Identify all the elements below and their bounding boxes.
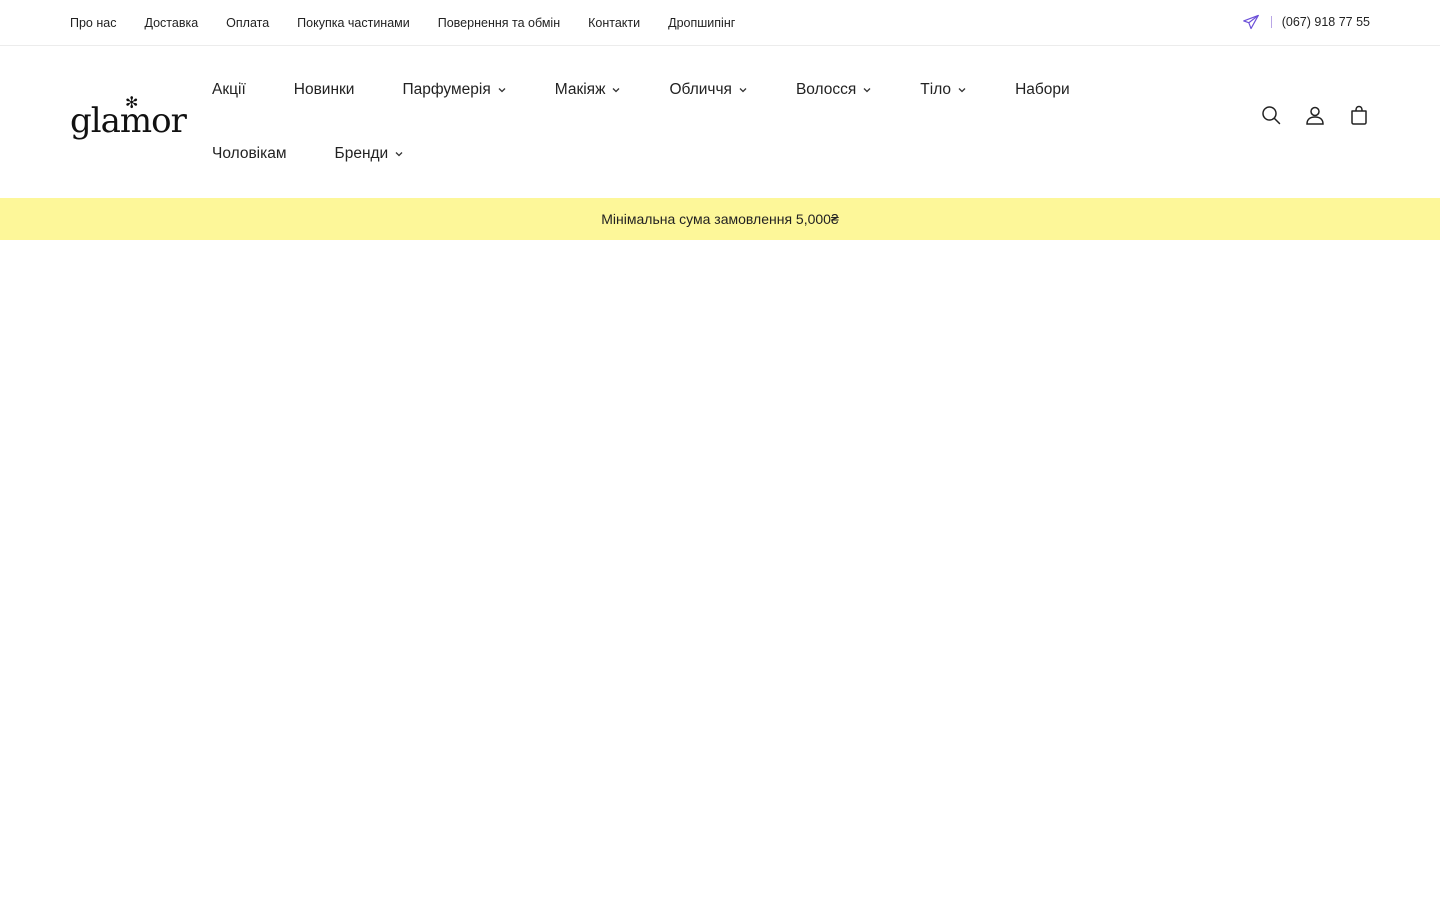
nav-label: Обличчя xyxy=(669,81,732,98)
announcement-bar: Мінімальна сума замовлення 5,000₴ xyxy=(0,198,1440,240)
chevron-down-icon xyxy=(958,88,966,93)
telegram-icon[interactable] xyxy=(1241,12,1261,32)
link-about[interactable]: Про нас xyxy=(70,16,116,30)
nav-label: Акції xyxy=(212,81,246,98)
nav-item-perfumery[interactable]: Парфумерія xyxy=(402,58,506,122)
nav-label: Парфумерія xyxy=(402,81,491,98)
nav-label: Тіло xyxy=(920,81,952,98)
link-payment[interactable]: Оплата xyxy=(226,16,269,30)
flower-icon: ✻ xyxy=(125,95,139,112)
cart-icon[interactable] xyxy=(1348,104,1370,126)
chevron-down-icon xyxy=(395,152,403,157)
nav-label: Макіяж xyxy=(554,81,606,98)
nav-item-body[interactable]: Тіло xyxy=(920,58,967,122)
nav-label: Чоловікам xyxy=(212,145,287,162)
phone-number[interactable]: (067) 918 77 55 xyxy=(1282,15,1370,29)
chevron-down-icon xyxy=(863,88,871,93)
link-dropshipping[interactable]: Дропшипінг xyxy=(668,16,735,30)
nav-item-men[interactable]: Чоловікам xyxy=(212,122,287,186)
header-actions xyxy=(1260,104,1370,126)
link-contacts[interactable]: Контакти xyxy=(588,16,640,30)
nav-item-makeup[interactable]: Макіяж xyxy=(555,58,622,122)
nav-label: Волосся xyxy=(795,81,857,98)
link-installments[interactable]: Покупка частинами xyxy=(297,16,410,30)
chevron-down-icon xyxy=(612,88,620,93)
logo[interactable]: glamor ✻ xyxy=(70,95,187,148)
link-returns[interactable]: Повернення та обмін xyxy=(438,16,560,30)
nav-item-face[interactable]: Обличчя xyxy=(669,58,747,122)
main-header: glamor ✻ Акції Новинки Парфумерія Макіяж… xyxy=(0,46,1440,198)
nav-label: Набори xyxy=(1015,81,1070,98)
nav-label: Бренди xyxy=(334,145,389,162)
main-navigation: Акції Новинки Парфумерія Макіяж Обличчя … xyxy=(212,58,1212,186)
nav-item-hair[interactable]: Волосся xyxy=(796,58,872,122)
account-icon[interactable] xyxy=(1304,104,1326,126)
nav-item-sales[interactable]: Акції xyxy=(212,58,246,122)
chevron-down-icon xyxy=(739,88,747,93)
search-icon[interactable] xyxy=(1260,104,1282,126)
link-delivery[interactable]: Доставка xyxy=(144,16,198,30)
top-utility-bar: Про нас Доставка Оплата Покупка частинам… xyxy=(0,0,1440,46)
contact-area: (067) 918 77 55 xyxy=(1241,0,1370,44)
nav-label: Новинки xyxy=(293,81,355,98)
nav-item-sets[interactable]: Набори xyxy=(1015,58,1070,122)
announcement-text: Мінімальна сума замовлення 5,000₴ xyxy=(601,211,839,227)
nav-item-new[interactable]: Новинки xyxy=(294,58,355,122)
chevron-down-icon xyxy=(498,88,506,93)
utility-links: Про нас Доставка Оплата Покупка частинам… xyxy=(70,0,735,46)
nav-item-brands[interactable]: Бренди xyxy=(335,122,405,186)
separator xyxy=(1270,16,1272,28)
